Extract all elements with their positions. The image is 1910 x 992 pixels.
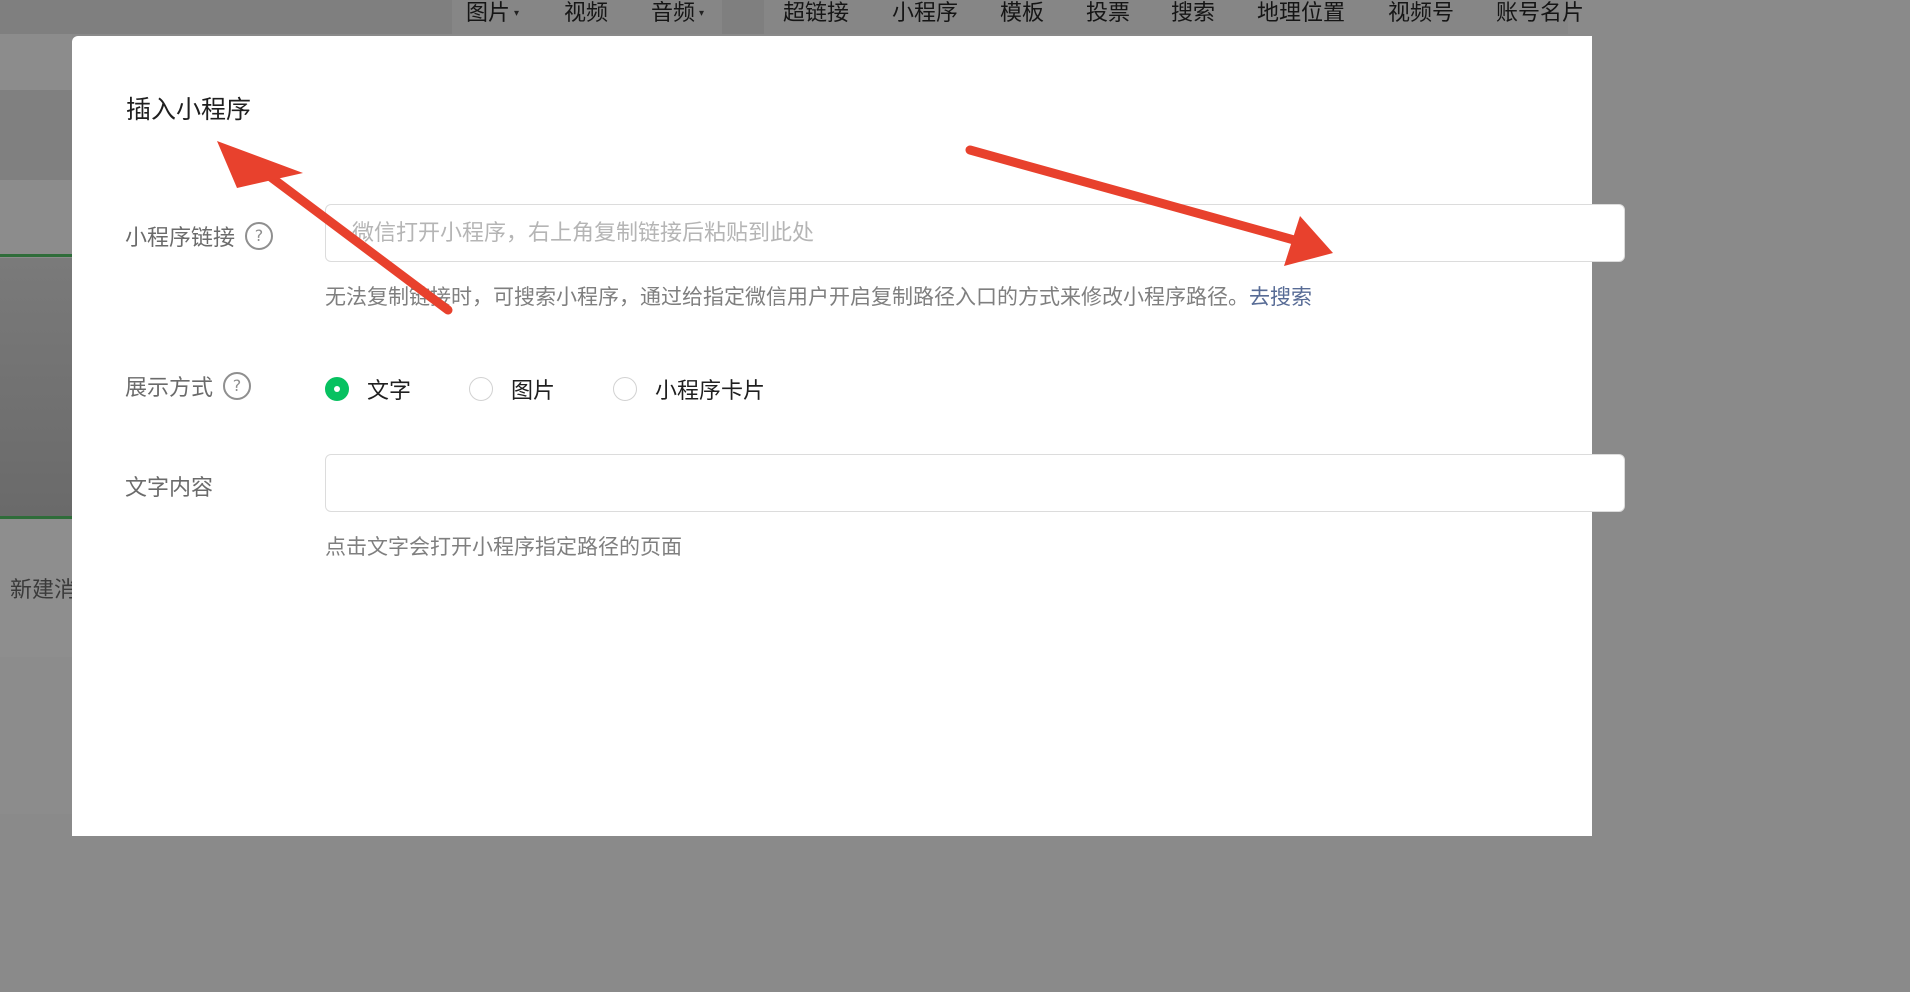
toolbar-item-vote[interactable]: 投票 [1086,0,1130,28]
editor-toolbar: 图片 ▾ 视频 音频 ▾ 超链接 小程序 模板 投票 搜索 地理位置 视频号 账号名… [0,0,1584,34]
display-mode-label: 展示方式 ? [125,370,252,402]
toolbar-item-label: 超链接 [783,1,850,26]
mini-program-link-hint: 无法复制链接时，可搜索小程序，通过给指定微信用户开启复制路径入口的方式来修改小程… [325,281,1312,311]
display-mode-radio-group: 文字 图片 小程序卡片 [325,373,823,405]
radio-label: 小程序卡片 [655,379,766,404]
field-label-text: 文字内容 [125,476,214,501]
toolbar-item-label: 小程序 [892,1,959,26]
field-label-text: 小程序链接 [125,226,236,251]
toolbar-item-label: 视频 [564,1,609,26]
toolbar-item-channels[interactable]: 视频号 [1388,0,1454,28]
toolbar-item-template[interactable]: 模板 [1000,0,1044,28]
help-icon[interactable]: ? [245,222,274,250]
toolbar-item-search[interactable]: 搜索 [1171,0,1215,28]
radio-label: 文字 [367,379,412,404]
field-label-text: 展示方式 [125,376,214,401]
toolbar-item-account-card[interactable]: 账号名片 [1496,0,1584,28]
text-content-label: 文字内容 [125,470,213,502]
radio-unchecked-icon[interactable] [613,377,638,401]
go-search-link[interactable]: 去搜索 [1249,285,1312,309]
radio-label: 图片 [511,379,556,404]
toolbar-item-location[interactable]: 地理位置 [1257,0,1345,28]
toolbar-item-label: 模板 [1000,1,1045,26]
radio-option-text[interactable]: 文字 [325,373,411,405]
toolbar-item-label: 投票 [1086,1,1131,26]
toolbar-item-label: 图片 [466,1,511,26]
toolbar-item-label: 地理位置 [1257,1,1346,26]
radio-option-image[interactable]: 图片 [469,373,555,405]
help-icon[interactable]: ? [223,372,252,400]
dialog-title: 插入小程序 [126,95,252,124]
text-content-hint: 点击文字会打开小程序指定路径的页面 [325,535,682,559]
toolbar-item-mini-program[interactable]: 小程序 [892,0,958,28]
radio-checked-icon[interactable] [325,377,349,401]
editor-divider [0,254,72,257]
chevron-down-icon: ▾ [514,8,520,19]
radio-option-card[interactable]: 小程序卡片 [613,373,765,405]
toolbar-item-label: 账号名片 [1496,1,1585,26]
toolbar-item-hyperlink[interactable]: 超链接 [783,0,849,28]
text-content-input[interactable] [325,454,1625,512]
insert-mini-program-dialog: 插入小程序 小程序链接 ? 无法复制链接时，可搜索小程序，通过给指定微信用户开启… [72,36,1625,836]
hint-text: 无法复制链接时，可搜索小程序，通过给指定微信用户开启复制路径入口的方式来修改小程… [325,285,1249,309]
editor-cover-area [0,258,72,516]
toolbar-item-label: 视频号 [1388,1,1455,26]
toolbar-item-label: 音频 [651,1,696,26]
editor-background-band [0,90,72,180]
toolbar-item-image[interactable]: 图片 ▾ [466,0,519,28]
mini-program-link-label: 小程序链接 ? [125,220,274,252]
toolbar-item-video[interactable]: 视频 [564,0,608,28]
chevron-down-icon: ▾ [699,8,705,19]
toolbar-item-audio[interactable]: 音频 ▾ [651,0,704,28]
radio-unchecked-icon[interactable] [469,377,494,401]
toolbar-item-label: 搜索 [1171,1,1216,26]
mini-program-link-input[interactable] [325,204,1625,262]
